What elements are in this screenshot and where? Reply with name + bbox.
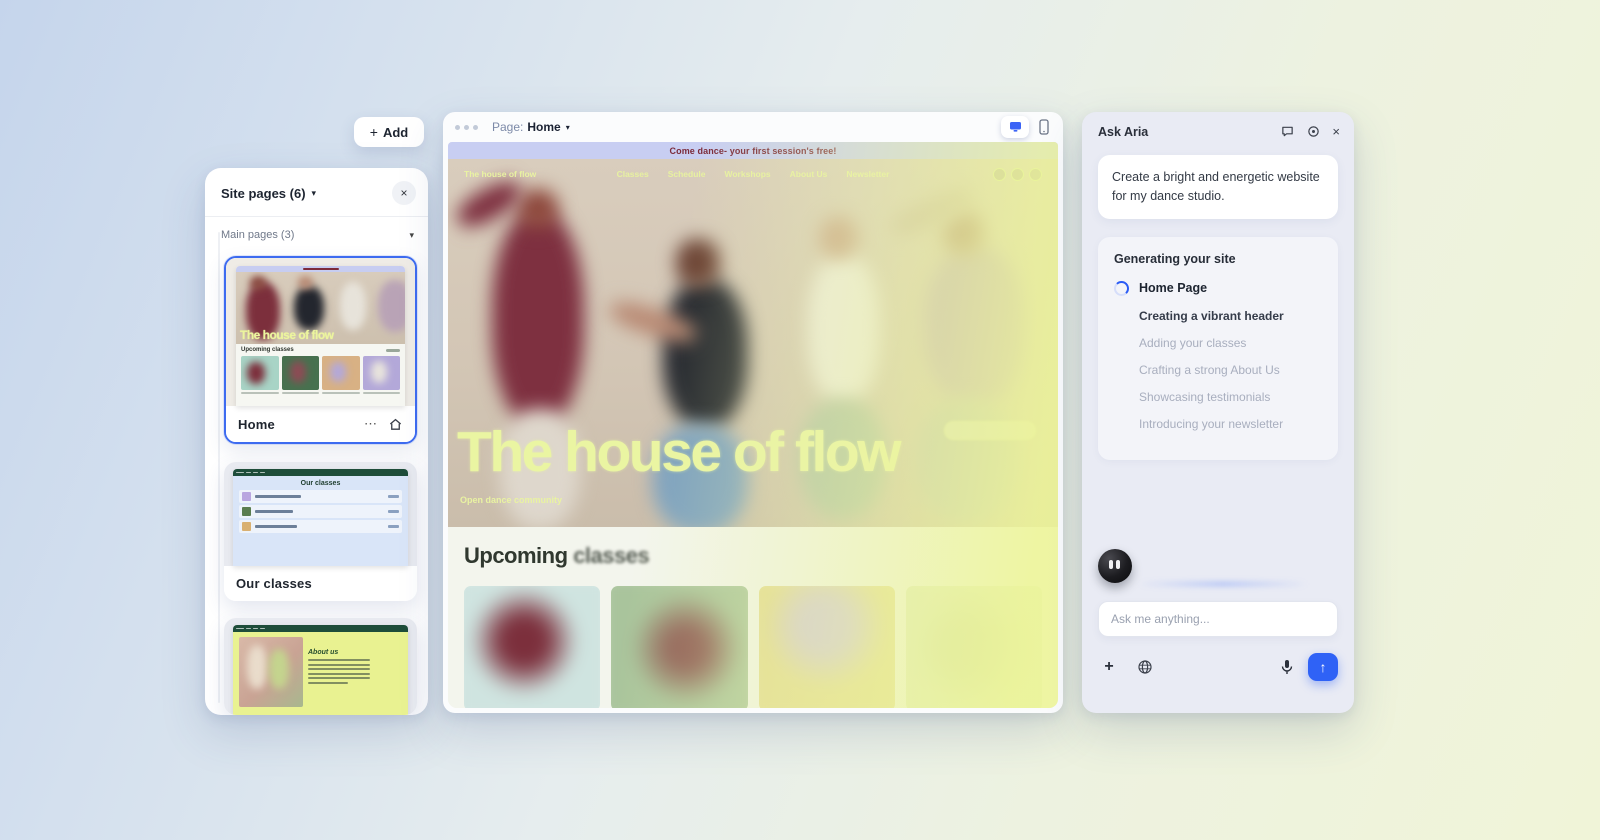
announcement-bar[interactable]: Come dance- your first session's free! [448, 142, 1058, 159]
class-card-3[interactable] [759, 586, 895, 708]
mini-classes-title: Our classes [239, 480, 402, 487]
site-preview-window: Page: Home ▾ Come dance- your first sess… [443, 112, 1063, 713]
close-icon[interactable]: × [1332, 124, 1340, 139]
about-page-thumbnail: About us [224, 618, 417, 715]
gen-step-3: Crafting a strong About Us [1139, 363, 1322, 377]
microphone-icon[interactable] [1276, 656, 1298, 678]
social-icon-2[interactable] [1011, 168, 1024, 181]
page-card-our-classes[interactable]: Our classes Our classes [224, 462, 417, 601]
nav-newsletter[interactable]: Newsletter [846, 169, 889, 179]
home-page-thumbnail: The house of flow Upcoming classes [226, 258, 415, 406]
close-panel-button[interactable]: × [392, 181, 416, 205]
hero-section: The house of flow Classes Schedule Works… [448, 159, 1058, 527]
add-page-button[interactable]: + Add [354, 117, 424, 147]
mobile-icon [1039, 119, 1049, 135]
social-icon-1[interactable] [993, 168, 1006, 181]
mini-view-all-link [386, 349, 400, 352]
ask-aria-input[interactable] [1098, 601, 1338, 637]
mini-section-title: Upcoming classes [241, 347, 294, 353]
hero-subtitle: Open dance community [460, 495, 562, 505]
settings-icon[interactable] [1306, 125, 1320, 139]
window-dots-icon [455, 125, 478, 130]
nav-schedule[interactable]: Schedule [668, 169, 706, 179]
user-message-bubble: Create a bright and energetic website fo… [1098, 155, 1338, 219]
page-card-about-us[interactable]: About us [224, 618, 417, 715]
site-logo[interactable]: The house of flow [464, 169, 584, 179]
gen-step-1: Creating a vibrant header [1139, 309, 1322, 323]
mobile-view-toggle[interactable] [1035, 116, 1053, 138]
mini-hero-title: The house of flow [240, 328, 334, 342]
plus-icon: + [370, 124, 378, 140]
glow-accent [1138, 582, 1308, 586]
page-card-classes-label: Our classes [236, 576, 312, 591]
upcoming-classes-section: Upcoming classes [448, 527, 1058, 708]
generating-title: Generating your site [1114, 252, 1322, 266]
class-card-1[interactable] [464, 586, 600, 708]
composer-actions: + ↑ [1098, 653, 1338, 681]
mini-about-title: About us [308, 649, 338, 656]
send-button[interactable]: ↑ [1308, 653, 1338, 681]
add-page-label: Add [383, 125, 408, 140]
main-pages-row[interactable]: Main pages (3) ▾ [205, 217, 428, 249]
site-canvas: Come dance- your first session's free! T… [448, 142, 1058, 708]
chat-history-icon[interactable] [1280, 125, 1294, 139]
chevron-down-icon[interactable]: ▾ [566, 123, 570, 132]
mini-upcoming-section: Upcoming classes [236, 344, 405, 406]
class-cards-row [464, 586, 1042, 708]
generating-page-name: Home Page [1139, 281, 1207, 295]
page-card-home-label: Home [238, 417, 275, 432]
scroll-rail [218, 232, 220, 703]
site-header: The house of flow Classes Schedule Works… [448, 159, 1058, 189]
page-card-home[interactable]: The house of flow Upcoming classes [224, 256, 417, 444]
site-pages-header: Site pages (6) ▾ × [205, 168, 428, 216]
preview-toolbar: Page: Home ▾ [443, 112, 1063, 142]
ai-orb-icon[interactable] [1134, 656, 1156, 678]
gen-step-5: Introducing your newsletter [1139, 417, 1322, 431]
nav-workshops[interactable]: Workshops [725, 169, 771, 179]
page-label-prefix: Page: [492, 120, 523, 134]
main-pages-label: Main pages (3) [221, 229, 294, 241]
chevron-down-icon[interactable]: ▾ [409, 230, 414, 241]
attach-plus-icon[interactable]: + [1098, 656, 1120, 678]
hero-cta-button[interactable] [944, 421, 1036, 440]
progress-spinner-icon [1114, 281, 1129, 296]
aria-header: Ask Aria × [1082, 112, 1354, 149]
social-icons [922, 168, 1042, 181]
mini-hero-image: The house of flow [236, 272, 405, 344]
ask-aria-panel: Ask Aria × Create a bright and energetic… [1082, 112, 1354, 713]
hero-title: The house of flow [457, 419, 899, 485]
site-pages-panel: Site pages (6) ▾ × Main pages (3) ▾ The … [205, 168, 428, 715]
generating-steps: Creating a vibrant header Adding your cl… [1114, 309, 1322, 431]
desktop-icon [1009, 121, 1022, 133]
section-title: Upcoming classes [464, 543, 1042, 569]
nav-classes[interactable]: Classes [617, 169, 649, 179]
site-pages-title: Site pages (6) [221, 186, 306, 201]
chevron-down-icon[interactable]: ▾ [312, 188, 317, 199]
classes-page-thumbnail: Our classes [224, 462, 417, 566]
home-icon [388, 417, 403, 432]
gen-step-4: Showcasing testimonials [1139, 390, 1322, 404]
site-nav: Classes Schedule Workshops About Us News… [617, 169, 890, 179]
more-options-icon[interactable]: ⋯ [364, 416, 378, 432]
nav-about-us[interactable]: About Us [790, 169, 828, 179]
social-icon-3[interactable] [1029, 168, 1042, 181]
announcement-text: Come dance- your first session's free! [670, 146, 837, 156]
desktop-view-toggle[interactable] [1001, 116, 1029, 138]
generating-card: Generating your site Home Page Creating … [1098, 237, 1338, 460]
aria-title: Ask Aria [1098, 125, 1148, 139]
aria-avatar [1098, 549, 1132, 583]
class-card-2[interactable] [611, 586, 747, 708]
class-card-4[interactable] [906, 586, 1042, 708]
gen-step-2: Adding your classes [1139, 336, 1322, 350]
page-selector[interactable]: Home [527, 120, 560, 134]
